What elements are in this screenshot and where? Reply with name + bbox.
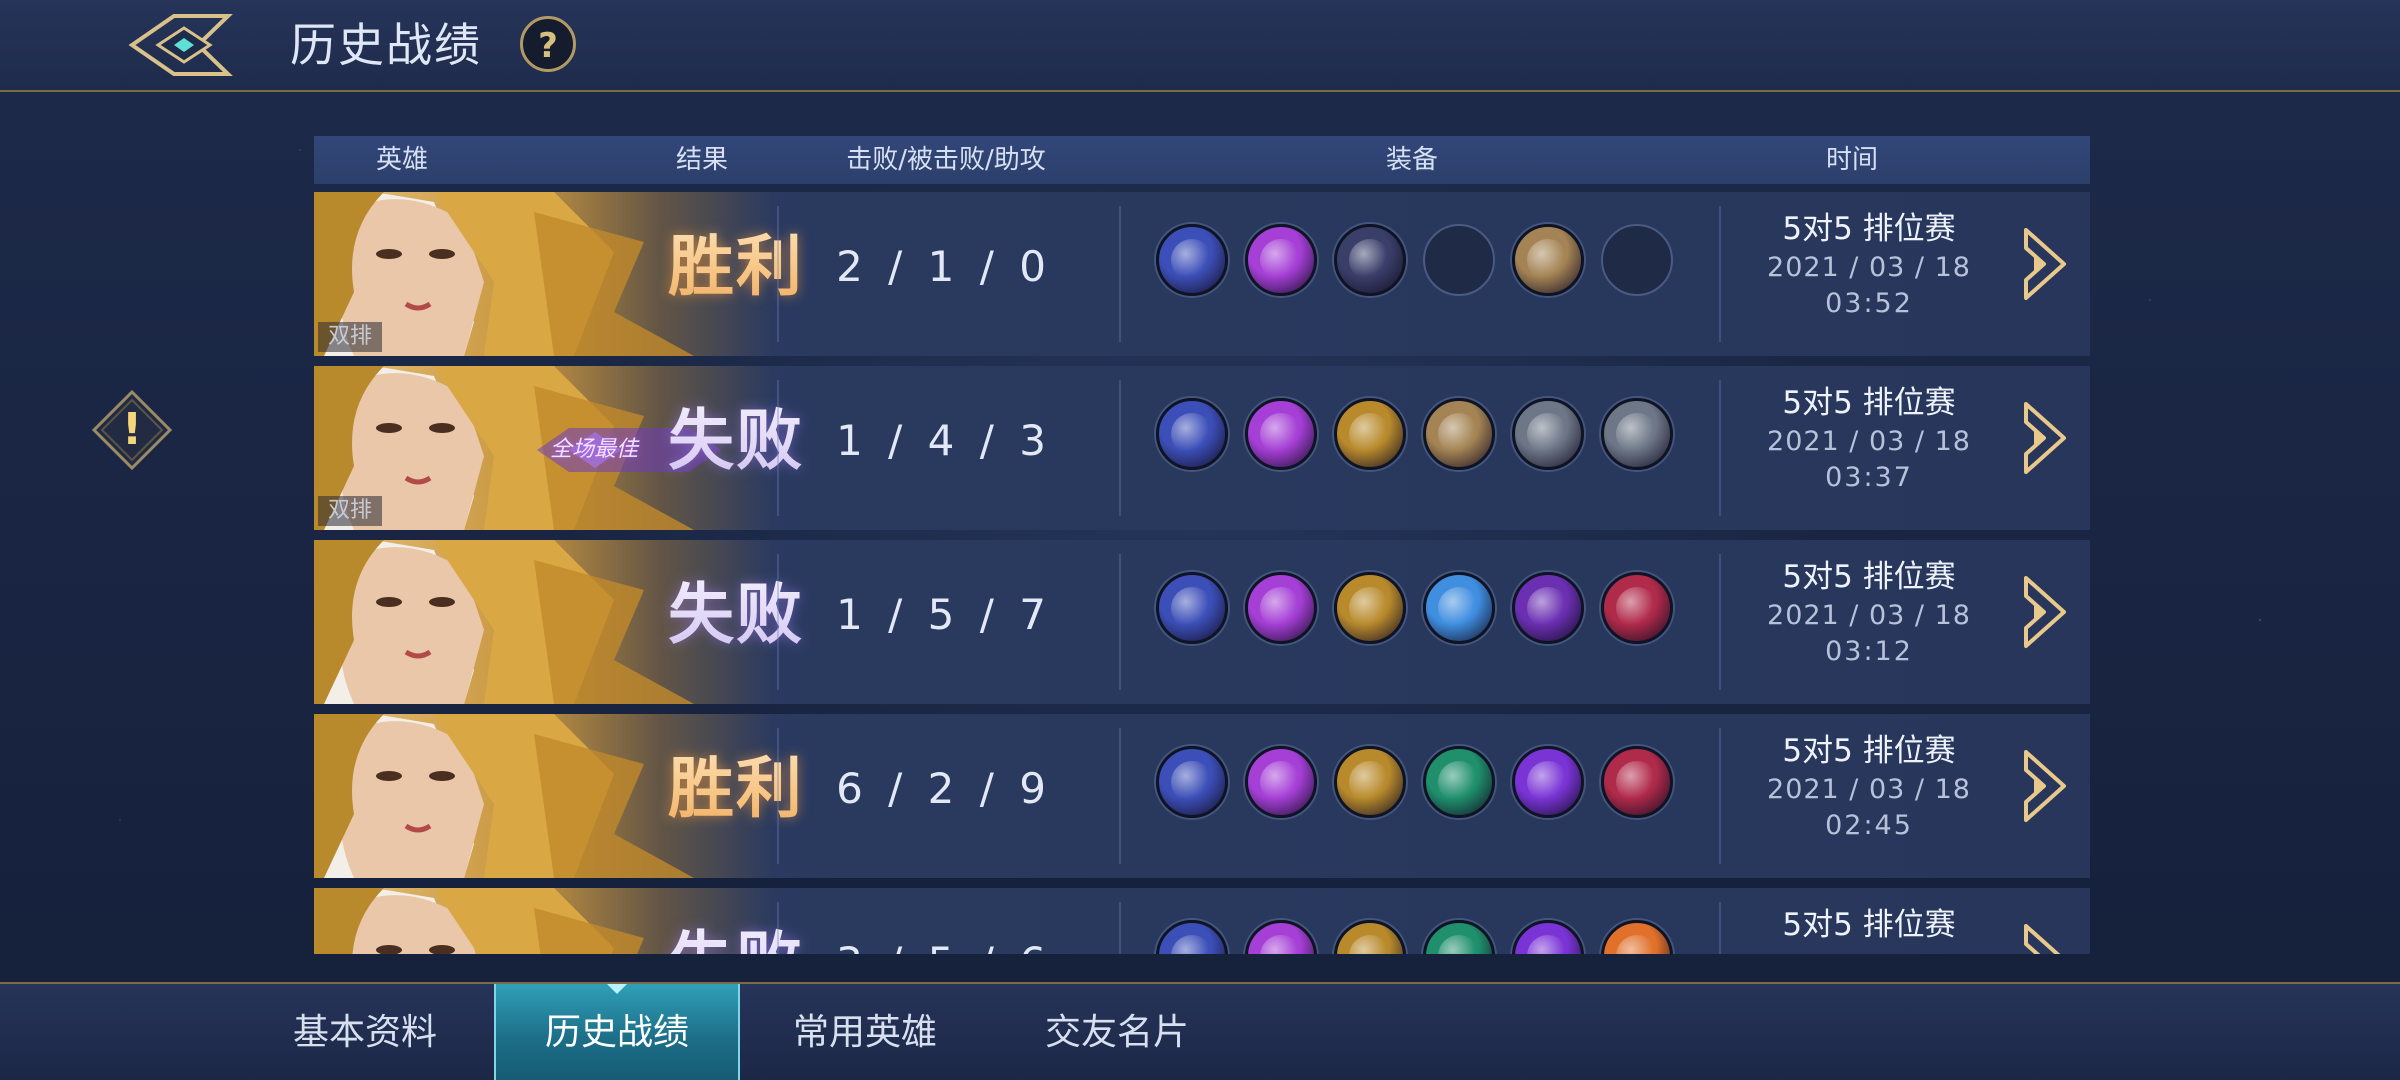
- match-time: 02:45: [1825, 810, 1913, 841]
- tab-basic-info[interactable]: 基本资料: [242, 984, 488, 1080]
- match-mode: 5对5 排位赛: [1782, 385, 1956, 421]
- match-time: 03:12: [1825, 636, 1913, 667]
- match-row[interactable]: 双排 全场最佳 失败 1 / 4 / 3 5对5 排位赛 2021 / 03 /…: [314, 366, 2090, 530]
- chevron-right-icon[interactable]: [2020, 226, 2068, 302]
- mvp-label: 全场最佳: [549, 437, 638, 462]
- divider: [777, 380, 779, 516]
- column-result: 结果: [675, 145, 729, 175]
- match-mode: 5对5 排位赛: [1782, 733, 1956, 769]
- match-date: 2021 / 03 / 18: [1767, 600, 1971, 631]
- scroll-icon[interactable]: [1423, 398, 1495, 470]
- gold-armor-icon[interactable]: [1334, 398, 1406, 470]
- back-arrow-icon: [128, 14, 233, 76]
- match-list[interactable]: 双排 胜利 2 / 1 / 0 5对5 排位赛 2021 / 03 / 18 0…: [314, 192, 2090, 954]
- empty-item-slot[interactable]: [1601, 224, 1673, 296]
- match-row[interactable]: 失败 1 / 5 / 7 5对5 排位赛 2021 / 03 / 18 03:1…: [314, 540, 2090, 704]
- match-info: 5对5 排位赛 2021 / 03 / 18 03:52: [1714, 208, 2024, 322]
- alert-symbol: !: [121, 404, 143, 455]
- match-info: 5对5 排位赛 2021 / 03 / 18 02:45: [1714, 730, 2024, 844]
- tab-common-heroes[interactable]: 常用英雄: [742, 984, 988, 1080]
- magic-tome-icon[interactable]: [1245, 224, 1317, 296]
- purple-trident-icon[interactable]: [1512, 746, 1584, 818]
- match-mode: 5对5 排位赛: [1782, 211, 1956, 247]
- match-info: 5对5 排位赛 2021 / 03 / 18 03:12: [1714, 556, 2024, 670]
- magic-tome-icon[interactable]: [1245, 572, 1317, 644]
- magic-tome-icon[interactable]: [1245, 746, 1317, 818]
- divider: [777, 554, 779, 690]
- divider: [777, 728, 779, 864]
- bottom-tab-bar: 基本资料 历史战绩 常用英雄 交友名片: [0, 982, 2400, 1080]
- column-time: 时间: [1825, 145, 1879, 175]
- chevron-right-icon[interactable]: [2020, 922, 2068, 954]
- boots-icon[interactable]: [1156, 746, 1228, 818]
- kda-score: 1 / 5 / 7: [836, 590, 1052, 639]
- match-row[interactable]: 双排 胜利 2 / 1 / 0 5对5 排位赛 2021 / 03 / 18 0…: [314, 192, 2090, 356]
- gold-armor-icon[interactable]: [1334, 746, 1406, 818]
- table-header: 英雄 结果 击败/被击败/助攻 装备 时间: [314, 136, 2090, 184]
- chevron-right-icon[interactable]: [2020, 400, 2068, 476]
- gold-armor-icon[interactable]: [1334, 920, 1406, 954]
- magic-tome-icon[interactable]: [1245, 398, 1317, 470]
- column-items: 装备: [1385, 145, 1439, 175]
- green-staff-icon[interactable]: [1423, 746, 1495, 818]
- match-date: 2021 / 03 / 18: [1767, 774, 1971, 805]
- tab-match-history[interactable]: 历史战绩: [494, 984, 740, 1080]
- match-info: 5对5 排位赛: [1714, 904, 2024, 946]
- purple-book-icon[interactable]: [1512, 572, 1584, 644]
- kda-score: 1 / 4 / 3: [836, 416, 1052, 465]
- match-info: 5对5 排位赛 2021 / 03 / 18 03:37: [1714, 382, 2024, 496]
- divider: [1119, 206, 1121, 342]
- match-row[interactable]: 失败 3 / 5 / 6 5对5 排位赛: [314, 888, 2090, 954]
- armor-icon[interactable]: [1334, 224, 1406, 296]
- column-hero: 英雄: [375, 145, 429, 175]
- magic-tome-icon[interactable]: [1245, 920, 1317, 954]
- kda-score: 6 / 2 / 9: [836, 764, 1052, 813]
- divider: [1119, 380, 1121, 516]
- match-mode: 5对5 排位赛: [1782, 907, 1956, 943]
- scroll-icon[interactable]: [1512, 224, 1584, 296]
- red-hat-icon[interactable]: [1601, 746, 1673, 818]
- column-kda: 击败/被击败/助攻: [846, 145, 1046, 175]
- tab-friend-card[interactable]: 交友名片: [994, 984, 1240, 1080]
- page-title: 历史战绩: [290, 18, 482, 72]
- kda-score: 3 / 5 / 6: [784, 888, 1104, 954]
- boots-icon[interactable]: [1156, 224, 1228, 296]
- divider: [1119, 728, 1121, 864]
- match-mode: 5对5 排位赛: [1782, 559, 1956, 595]
- boots-icon[interactable]: [1156, 572, 1228, 644]
- divider: [777, 206, 779, 342]
- divider: [777, 902, 779, 954]
- purple-trident-icon[interactable]: [1512, 920, 1584, 954]
- boots-icon[interactable]: [1156, 398, 1228, 470]
- match-time: 03:37: [1825, 462, 1913, 493]
- kda-score: 2 / 1 / 0: [836, 242, 1052, 291]
- help-button[interactable]: ?: [520, 16, 576, 72]
- empty-item-slot[interactable]: [1423, 224, 1495, 296]
- blade-icon[interactable]: [1601, 398, 1673, 470]
- back-button[interactable]: [128, 10, 240, 80]
- match-time: 03:52: [1825, 288, 1913, 319]
- history-screen: 历史战绩 ? ! 英雄 结果 击败/被击败/助攻 装备 时间 双排 胜利 2 /…: [0, 0, 2400, 1080]
- green-staff-icon[interactable]: [1423, 920, 1495, 954]
- divider: [1119, 902, 1121, 954]
- orange-orb-icon[interactable]: [1601, 920, 1673, 954]
- blade-icon[interactable]: [1512, 398, 1584, 470]
- match-row[interactable]: 胜利 6 / 2 / 9 5对5 排位赛 2021 / 03 / 18 02:4…: [314, 714, 2090, 878]
- chevron-right-icon[interactable]: [2020, 574, 2068, 650]
- chevron-right-icon[interactable]: [2020, 748, 2068, 824]
- divider: [1119, 554, 1121, 690]
- alert-button[interactable]: !: [91, 389, 173, 471]
- match-date: 2021 / 03 / 18: [1767, 426, 1971, 457]
- queue-tag: 双排: [318, 496, 383, 526]
- queue-tag: 双排: [318, 322, 383, 352]
- gold-armor-icon[interactable]: [1334, 572, 1406, 644]
- ice-shard-icon[interactable]: [1423, 572, 1495, 644]
- top-bar: 历史战绩 ?: [0, 0, 2400, 92]
- match-date: 2021 / 03 / 18: [1767, 252, 1971, 283]
- boots-icon[interactable]: [1156, 920, 1228, 954]
- red-hat-icon[interactable]: [1601, 572, 1673, 644]
